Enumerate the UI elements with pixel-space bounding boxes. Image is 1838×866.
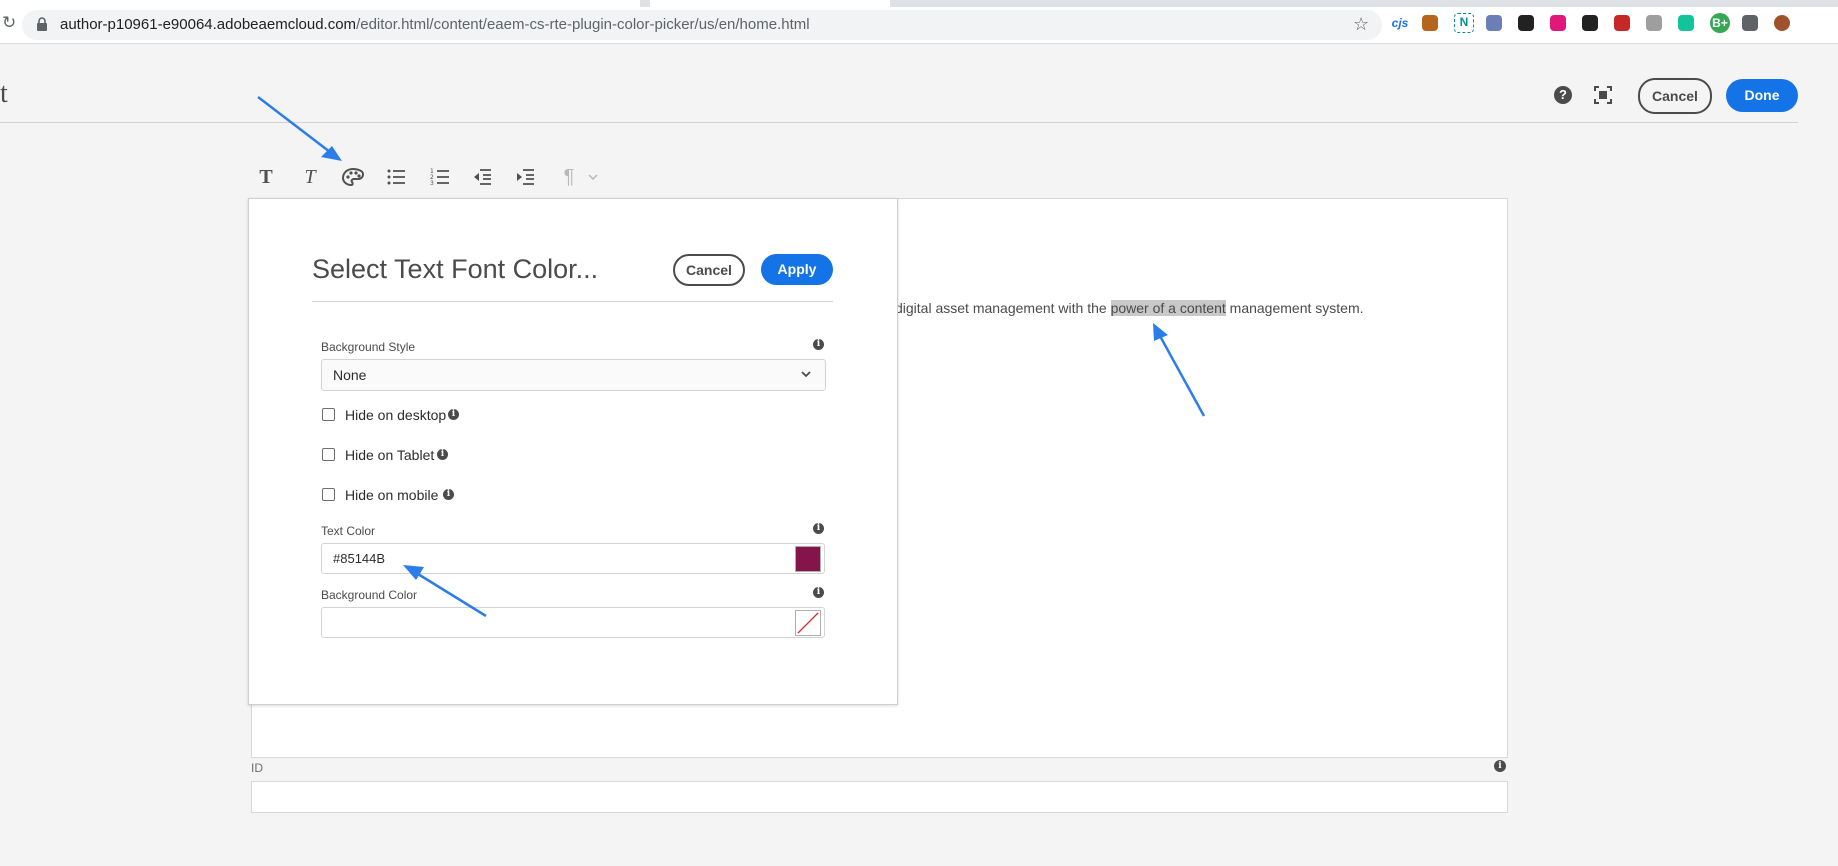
cjs-extension-icon[interactable]: cjs bbox=[1390, 13, 1410, 33]
hide-tablet-label: Hide on Tablet bbox=[345, 447, 435, 463]
id-label: ID bbox=[251, 761, 263, 775]
dialog-divider bbox=[312, 301, 833, 302]
done-button[interactable]: Done bbox=[1726, 79, 1798, 112]
bookmark-star-icon[interactable]: ☆ bbox=[1353, 14, 1369, 34]
header-divider bbox=[0, 122, 1798, 123]
help-icon[interactable]: ? bbox=[1554, 86, 1572, 104]
hide-mobile-label: Hide on mobile bbox=[345, 487, 439, 503]
info-icon[interactable]: i bbox=[1494, 760, 1506, 772]
info-icon[interactable]: i bbox=[813, 523, 824, 534]
svg-text:3: 3 bbox=[430, 180, 434, 186]
url-text[interactable]: author-p10961-e90064.adobeaemcloud.com/e… bbox=[60, 15, 810, 35]
format-italic-icon[interactable]: T bbox=[297, 166, 323, 188]
id-input[interactable] bbox=[251, 781, 1508, 813]
pen-extension-icon[interactable] bbox=[1422, 15, 1438, 31]
triangle-extension-icon[interactable] bbox=[1582, 15, 1598, 31]
b-extension-icon[interactable]: B+ bbox=[1710, 13, 1730, 33]
arrow-to-palette-icon bbox=[257, 96, 342, 161]
script-extension-icon[interactable] bbox=[1486, 15, 1502, 31]
editor-text-after: management system. bbox=[1225, 300, 1364, 316]
background-color-label: Background Color bbox=[321, 588, 418, 602]
chevron-down-icon[interactable] bbox=[588, 172, 598, 182]
background-color-input[interactable] bbox=[321, 607, 825, 638]
info-icon[interactable]: i bbox=[443, 489, 454, 500]
ring-extension-icon[interactable] bbox=[1550, 15, 1566, 31]
hide-mobile-checkbox[interactable] bbox=[322, 488, 335, 501]
url-host: author-p10961-e90064.adobeaemcloud.com bbox=[60, 16, 357, 33]
info-icon[interactable]: i bbox=[813, 587, 824, 598]
indent-icon[interactable] bbox=[515, 168, 535, 186]
text-color-input[interactable] bbox=[321, 543, 825, 574]
n-extension-icon[interactable]: N bbox=[1454, 13, 1474, 33]
profile-avatar-icon[interactable] bbox=[1774, 15, 1790, 31]
color-palette-icon[interactable] bbox=[342, 168, 364, 186]
text-color-swatch[interactable] bbox=[795, 546, 821, 572]
dialog-cancel-button[interactable]: Cancel bbox=[673, 254, 745, 286]
dialog-title: Select Text Font Color... bbox=[312, 254, 599, 284]
text-color-label: Text Color bbox=[321, 524, 376, 538]
feather-extension-icon[interactable] bbox=[1646, 15, 1662, 31]
background-style-label: Background Style bbox=[321, 340, 416, 354]
puzzle-extension-icon[interactable] bbox=[1742, 15, 1758, 31]
bullet-list-icon[interactable] bbox=[386, 168, 406, 186]
spy-extension-icon[interactable] bbox=[1518, 15, 1534, 31]
fullscreen-icon[interactable] bbox=[1594, 86, 1612, 104]
no-color-swatch-icon[interactable] bbox=[795, 610, 821, 636]
hide-desktop-label: Hide on desktop bbox=[345, 407, 447, 423]
format-bold-icon[interactable]: T bbox=[253, 166, 279, 188]
chevron-down-icon[interactable] bbox=[800, 368, 812, 380]
hide-desktop-checkbox[interactable] bbox=[322, 408, 335, 421]
editor-text-before: digital asset management with the bbox=[895, 300, 1111, 316]
editor-paragraph[interactable]: digital asset management with the power … bbox=[895, 298, 1364, 318]
tab-strip bbox=[0, 0, 1838, 7]
browser-tab[interactable] bbox=[650, 0, 890, 7]
red-extension-icon[interactable] bbox=[1614, 15, 1630, 31]
active-tab[interactable] bbox=[0, 0, 640, 7]
info-icon[interactable]: i bbox=[437, 449, 448, 460]
lock-icon[interactable] bbox=[36, 17, 48, 31]
selected-text: power of a content bbox=[1110, 300, 1226, 316]
info-icon[interactable]: i bbox=[813, 339, 824, 350]
numbered-list-icon[interactable]: 1 2 3 bbox=[430, 168, 450, 186]
paragraph-format-icon[interactable]: ¶ bbox=[556, 166, 582, 188]
grammarly-extension-icon[interactable] bbox=[1678, 15, 1694, 31]
text-color-value: #85144B bbox=[333, 551, 386, 566]
dialog-apply-button[interactable]: Apply bbox=[761, 254, 833, 285]
header-cancel-button[interactable]: Cancel bbox=[1638, 78, 1712, 114]
hide-tablet-checkbox[interactable] bbox=[322, 448, 335, 461]
info-icon[interactable]: i bbox=[448, 409, 459, 420]
outdent-icon[interactable] bbox=[472, 168, 492, 186]
background-style-select[interactable] bbox=[321, 359, 826, 391]
url-path: /editor.html/content/eaem-cs-rte-plugin-… bbox=[356, 16, 810, 33]
page-title-fragment: t bbox=[0, 78, 8, 109]
reload-icon[interactable]: ↻ bbox=[2, 14, 16, 32]
background-style-value: None bbox=[333, 367, 367, 383]
